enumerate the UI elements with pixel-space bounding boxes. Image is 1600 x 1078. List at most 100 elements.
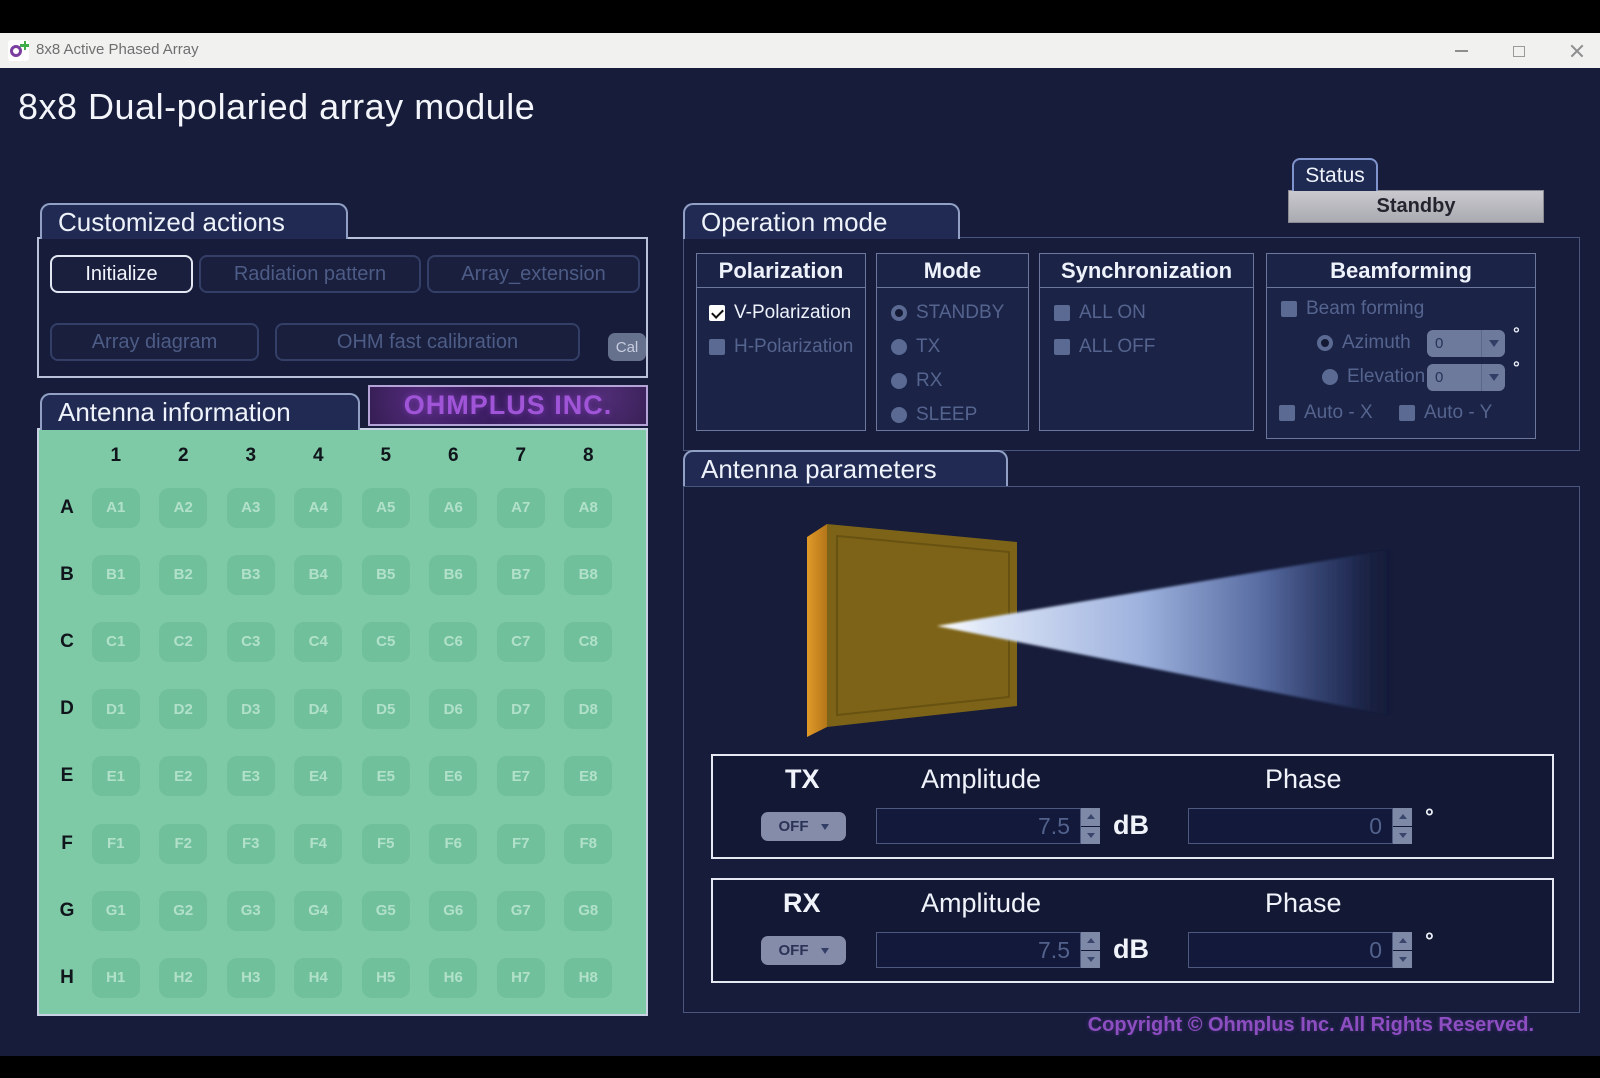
antenna-cell[interactable]: A1 bbox=[92, 488, 140, 528]
antenna-cell[interactable]: C3 bbox=[227, 622, 275, 662]
antenna-cell[interactable]: C2 bbox=[159, 622, 207, 662]
checkbox-icon[interactable] bbox=[1054, 305, 1070, 321]
checkbox-checked-icon[interactable] bbox=[709, 305, 725, 321]
rx-amplitude-spinner[interactable] bbox=[1081, 932, 1100, 968]
rx-power-dropdown[interactable]: OFF bbox=[761, 936, 846, 965]
spin-down-icon[interactable] bbox=[1393, 951, 1412, 969]
antenna-cell[interactable]: C6 bbox=[429, 622, 477, 662]
array-extension-button[interactable]: Array_extension bbox=[427, 255, 640, 293]
spin-down-icon[interactable] bbox=[1081, 951, 1100, 969]
antenna-cell[interactable]: H3 bbox=[227, 958, 275, 998]
rx-phase-spinner[interactable] bbox=[1393, 932, 1412, 968]
spin-up-icon[interactable] bbox=[1081, 808, 1100, 826]
tx-amplitude-spinner[interactable] bbox=[1081, 808, 1100, 844]
antenna-cell[interactable]: F3 bbox=[227, 824, 275, 864]
antenna-cell[interactable]: D3 bbox=[227, 689, 275, 729]
spin-up-icon[interactable] bbox=[1081, 932, 1100, 950]
checkbox-icon[interactable] bbox=[1399, 405, 1415, 421]
antenna-cell[interactable]: H5 bbox=[362, 958, 410, 998]
minimize-button[interactable] bbox=[1446, 39, 1476, 63]
radio-icon[interactable] bbox=[891, 407, 907, 423]
radio-icon[interactable] bbox=[891, 373, 907, 389]
rx-phase-input[interactable]: 0 bbox=[1188, 932, 1393, 968]
antenna-cell[interactable]: E8 bbox=[564, 756, 612, 796]
antenna-cell[interactable]: B4 bbox=[294, 555, 342, 595]
antenna-cell[interactable]: G6 bbox=[429, 891, 477, 931]
radio-icon[interactable] bbox=[1322, 369, 1338, 385]
antenna-cell[interactable]: H8 bbox=[564, 958, 612, 998]
spin-down-icon[interactable] bbox=[1393, 827, 1412, 845]
mode-option-standby[interactable]: STANDBY bbox=[891, 302, 1004, 324]
antenna-cell[interactable]: G3 bbox=[227, 891, 275, 931]
antenna-cell[interactable]: D5 bbox=[362, 689, 410, 729]
azimuth-dropdown[interactable]: 0 bbox=[1427, 330, 1505, 357]
antenna-cell[interactable]: B1 bbox=[92, 555, 140, 595]
antenna-cell[interactable]: E5 bbox=[362, 756, 410, 796]
antenna-cell[interactable]: F6 bbox=[429, 824, 477, 864]
checkbox-icon[interactable] bbox=[1054, 339, 1070, 355]
antenna-cell[interactable]: F2 bbox=[159, 824, 207, 864]
antenna-cell[interactable]: E4 bbox=[294, 756, 342, 796]
antenna-cell[interactable]: D2 bbox=[159, 689, 207, 729]
antenna-cell[interactable]: A6 bbox=[429, 488, 477, 528]
antenna-cell[interactable]: E7 bbox=[497, 756, 545, 796]
tx-phase-input[interactable]: 0 bbox=[1188, 808, 1393, 844]
antenna-cell[interactable]: E1 bbox=[92, 756, 140, 796]
antenna-cell[interactable]: F8 bbox=[564, 824, 612, 864]
ohm-fast-calibration-button[interactable]: OHM fast calibration bbox=[275, 323, 580, 361]
antenna-cell[interactable]: A8 bbox=[564, 488, 612, 528]
v-polarization-option[interactable]: V-Polarization bbox=[709, 302, 851, 324]
mode-option-rx[interactable]: RX bbox=[891, 370, 942, 392]
antenna-cell[interactable]: H4 bbox=[294, 958, 342, 998]
all-on-option[interactable]: ALL ON bbox=[1054, 302, 1146, 324]
spin-down-icon[interactable] bbox=[1081, 827, 1100, 845]
maximize-button[interactable] bbox=[1504, 39, 1534, 63]
azimuth-option[interactable]: Azimuth bbox=[1317, 332, 1411, 354]
antenna-cell[interactable]: G2 bbox=[159, 891, 207, 931]
antenna-cell[interactable]: D7 bbox=[497, 689, 545, 729]
antenna-cell[interactable]: E6 bbox=[429, 756, 477, 796]
antenna-cell[interactable]: G8 bbox=[564, 891, 612, 931]
elevation-option[interactable]: Elevation bbox=[1322, 366, 1425, 388]
close-button[interactable] bbox=[1562, 39, 1592, 63]
antenna-cell[interactable]: E3 bbox=[227, 756, 275, 796]
rx-amplitude-input[interactable]: 7.5 bbox=[876, 932, 1081, 968]
tx-amplitude-input[interactable]: 7.5 bbox=[876, 808, 1081, 844]
antenna-cell[interactable]: F5 bbox=[362, 824, 410, 864]
checkbox-icon[interactable] bbox=[1279, 405, 1295, 421]
chevron-down-icon[interactable] bbox=[1481, 330, 1505, 357]
chevron-down-icon[interactable] bbox=[1481, 364, 1505, 391]
antenna-cell[interactable]: F4 bbox=[294, 824, 342, 864]
radio-selected-icon[interactable] bbox=[1317, 335, 1333, 351]
h-polarization-option[interactable]: H-Polarization bbox=[709, 336, 853, 358]
tx-power-dropdown[interactable]: OFF bbox=[761, 812, 846, 841]
antenna-cell[interactable]: E2 bbox=[159, 756, 207, 796]
mode-option-tx[interactable]: TX bbox=[891, 336, 940, 358]
antenna-cell[interactable]: B5 bbox=[362, 555, 410, 595]
antenna-cell[interactable]: D8 bbox=[564, 689, 612, 729]
antenna-cell[interactable]: H1 bbox=[92, 958, 140, 998]
antenna-cell[interactable]: D4 bbox=[294, 689, 342, 729]
antenna-cell[interactable]: H2 bbox=[159, 958, 207, 998]
antenna-cell[interactable]: A7 bbox=[497, 488, 545, 528]
antenna-cell[interactable]: B6 bbox=[429, 555, 477, 595]
antenna-cell[interactable]: D6 bbox=[429, 689, 477, 729]
radiation-pattern-button[interactable]: Radiation pattern bbox=[199, 255, 421, 293]
beam-forming-option[interactable]: Beam forming bbox=[1281, 298, 1424, 320]
all-off-option[interactable]: ALL OFF bbox=[1054, 336, 1155, 358]
radio-icon[interactable] bbox=[891, 339, 907, 355]
antenna-cell[interactable]: A4 bbox=[294, 488, 342, 528]
checkbox-icon[interactable] bbox=[1281, 301, 1297, 317]
antenna-cell[interactable]: C8 bbox=[564, 622, 612, 662]
antenna-cell[interactable]: C4 bbox=[294, 622, 342, 662]
cal-button[interactable]: Cal bbox=[608, 333, 646, 361]
antenna-cell[interactable]: C1 bbox=[92, 622, 140, 662]
antenna-cell[interactable]: B3 bbox=[227, 555, 275, 595]
antenna-cell[interactable]: D1 bbox=[92, 689, 140, 729]
antenna-cell[interactable]: A5 bbox=[362, 488, 410, 528]
antenna-cell[interactable]: B2 bbox=[159, 555, 207, 595]
antenna-cell[interactable]: F7 bbox=[497, 824, 545, 864]
antenna-cell[interactable]: H7 bbox=[497, 958, 545, 998]
antenna-cell[interactable]: H6 bbox=[429, 958, 477, 998]
mode-option-sleep[interactable]: SLEEP bbox=[891, 404, 977, 426]
